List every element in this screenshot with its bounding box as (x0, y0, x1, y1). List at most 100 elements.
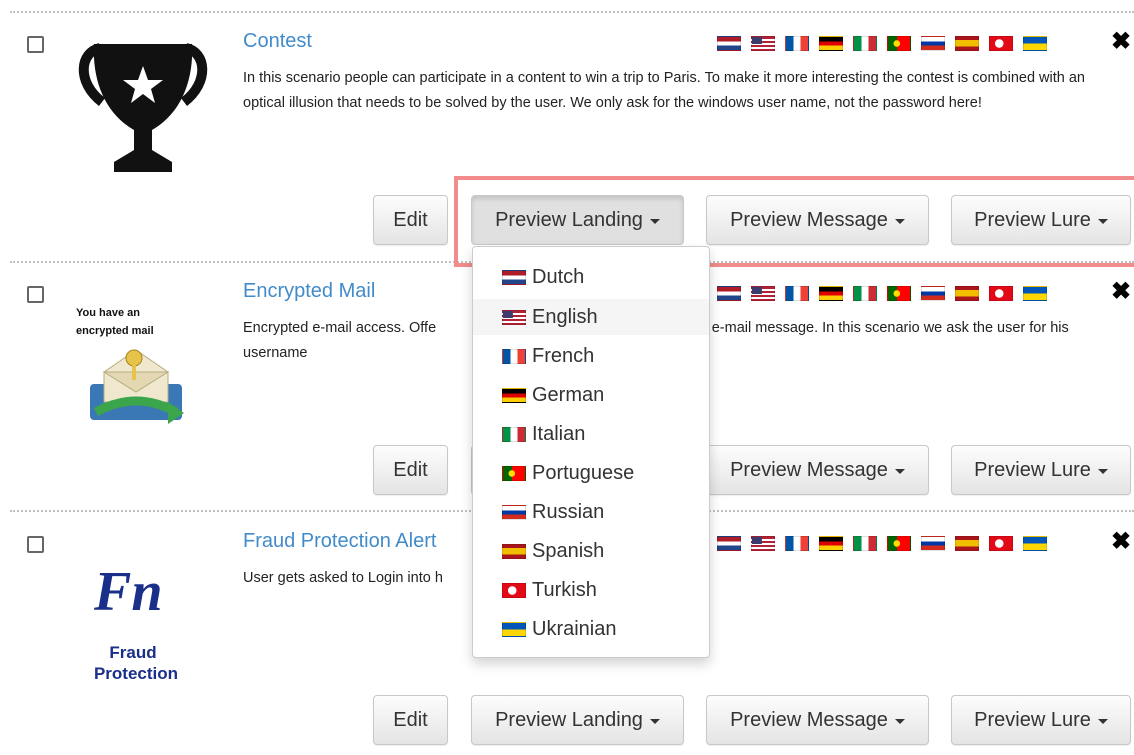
language-flags (717, 286, 1047, 302)
dropdown-item-french[interactable]: French (473, 338, 709, 374)
german-flag-icon[interactable] (819, 286, 843, 301)
ukrainian-flag-icon[interactable] (1023, 286, 1047, 301)
dropdown-item-russian[interactable]: Russian (473, 494, 709, 530)
preview-lure-button[interactable]: Preview Lure (951, 695, 1131, 745)
dropdown-item-turkish[interactable]: Turkish (473, 572, 709, 608)
select-checkbox[interactable] (27, 536, 44, 553)
logo-mark: Fn (93, 561, 163, 623)
russian-flag-icon[interactable] (921, 536, 945, 551)
svg-text:encrypted mail: encrypted mail (76, 325, 154, 337)
chevron-down-icon (894, 469, 905, 474)
preview-landing-button[interactable]: Preview Landing (471, 695, 684, 745)
edit-button[interactable]: Edit (373, 195, 448, 245)
encrypted-mail-icon: You have an encrypted mail (76, 307, 184, 424)
italian-flag-icon[interactable] (853, 536, 877, 551)
fraud-protection-logo-icon: Fn Fraud Protection (93, 561, 178, 683)
dropdown-item-label: Russian (532, 500, 605, 523)
dropdown-item-german[interactable]: German (473, 377, 709, 413)
trophy-icon (78, 43, 208, 172)
chevron-down-icon (894, 719, 905, 724)
spanish-flag-icon[interactable] (955, 286, 979, 301)
english-flag-icon[interactable] (751, 536, 775, 551)
fraud-protection-thumbnail: Fn Fraud Protection (72, 522, 214, 683)
french-flag-icon[interactable] (785, 36, 809, 51)
preview-lure-button[interactable]: Preview Lure (951, 445, 1131, 495)
scenario-title[interactable]: Fraud Protection Alert (243, 530, 436, 553)
chevron-down-icon (1097, 469, 1108, 474)
scenario-description: In this scenario people can participate … (243, 70, 1085, 111)
german-flag-icon[interactable] (819, 536, 843, 551)
english-flag-icon (502, 309, 526, 325)
ukrainian-flag-icon[interactable] (1023, 536, 1047, 551)
turkish-flag-icon[interactable] (989, 36, 1013, 51)
french-flag-icon[interactable] (785, 286, 809, 301)
dropdown-item-label: Spanish (532, 539, 605, 562)
dutch-flag-icon (502, 269, 526, 285)
turkish-flag-icon (502, 582, 526, 598)
italian-flag-icon[interactable] (853, 286, 877, 301)
language-flags (717, 36, 1047, 52)
edit-label: Edit (393, 708, 428, 731)
dropdown-item-spanish[interactable]: Spanish (473, 533, 709, 569)
edit-label: Edit (393, 458, 428, 481)
ukrainian-flag-icon[interactable] (1023, 36, 1047, 51)
select-checkbox[interactable] (27, 36, 44, 53)
dropdown-item-english[interactable]: English (473, 299, 709, 335)
russian-flag-icon (502, 504, 526, 520)
svg-text:You have an: You have an (76, 307, 140, 319)
dropdown-item-label: German (532, 383, 605, 406)
delete-icon[interactable]: ✖ (1111, 280, 1131, 304)
delete-icon[interactable]: ✖ (1111, 30, 1131, 54)
turkish-flag-icon[interactable] (989, 286, 1013, 301)
spanish-flag-icon (502, 543, 526, 559)
select-checkbox[interactable] (27, 286, 44, 303)
dropdown-item-label: Portuguese (532, 461, 635, 484)
spanish-flag-icon[interactable] (955, 536, 979, 551)
french-flag-icon[interactable] (785, 536, 809, 551)
russian-flag-icon[interactable] (921, 36, 945, 51)
dropdown-item-italian[interactable]: Italian (473, 416, 709, 452)
preview-lure-label: Preview Lure (974, 708, 1091, 731)
chevron-down-icon (1097, 719, 1108, 724)
dropdown-item-label: Ukrainian (532, 617, 617, 640)
dropdown-item-portuguese[interactable]: Portuguese (473, 455, 709, 491)
dropdown-item-label: Dutch (532, 265, 585, 288)
preview-message-label: Preview Message (730, 458, 888, 481)
preview-landing-label: Preview Landing (495, 708, 643, 731)
portuguese-flag-icon[interactable] (887, 286, 911, 301)
scenario-title[interactable]: Encrypted Mail (243, 280, 375, 303)
preview-message-button[interactable]: Preview Message (706, 445, 929, 495)
language-flags (717, 536, 1047, 552)
scenario-title[interactable]: Contest (243, 30, 312, 53)
dutch-flag-icon[interactable] (717, 536, 741, 551)
edit-button[interactable]: Edit (373, 445, 448, 495)
spanish-flag-icon[interactable] (955, 36, 979, 51)
preview-landing-dropdown-menu: Dutch English French German Italian Port… (472, 246, 710, 658)
english-flag-icon[interactable] (751, 36, 775, 51)
edit-label: Edit (393, 208, 428, 231)
edit-button[interactable]: Edit (373, 695, 448, 745)
english-flag-icon[interactable] (751, 286, 775, 301)
dropdown-item-dutch[interactable]: Dutch (473, 259, 709, 295)
dropdown-item-label: Turkish (532, 578, 597, 601)
logo-line1: Fraud (109, 643, 156, 662)
portuguese-flag-icon[interactable] (887, 36, 911, 51)
dropdown-item-label: French (532, 344, 595, 367)
turkish-flag-icon[interactable] (989, 536, 1013, 551)
logo-line2: Protection (94, 664, 178, 682)
german-flag-icon[interactable] (819, 36, 843, 51)
german-flag-icon (502, 387, 526, 403)
russian-flag-icon[interactable] (921, 286, 945, 301)
encrypted-mail-thumbnail: You have an encrypted mail (72, 272, 214, 432)
preview-lure-label: Preview Lure (974, 458, 1091, 481)
dutch-flag-icon[interactable] (717, 36, 741, 51)
preview-message-label: Preview Message (730, 708, 888, 731)
preview-message-button[interactable]: Preview Message (706, 695, 929, 745)
italian-flag-icon[interactable] (853, 36, 877, 51)
dutch-flag-icon[interactable] (717, 286, 741, 301)
trophy-thumbnail (72, 22, 214, 182)
dropdown-item-ukrainian[interactable]: Ukrainian (473, 611, 709, 647)
portuguese-flag-icon[interactable] (887, 536, 911, 551)
delete-icon[interactable]: ✖ (1111, 530, 1131, 554)
portuguese-flag-icon (502, 465, 526, 481)
